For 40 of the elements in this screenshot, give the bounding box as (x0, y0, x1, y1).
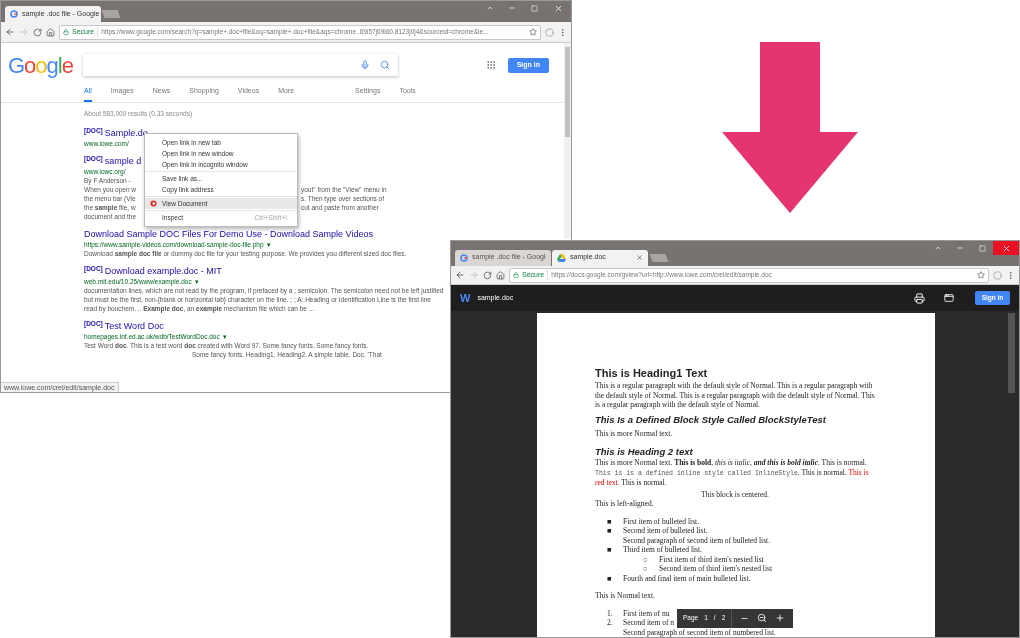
bookmark-star-icon[interactable] (529, 28, 537, 36)
result-title-link[interactable]: Download Sample DOC Files For Demo Use - Download Sample Videos (84, 228, 373, 240)
new-tab-button[interactable] (649, 253, 669, 262)
extension-icon[interactable] (545, 27, 554, 37)
new-tab-button[interactable] (101, 10, 121, 18)
triangle-favicon-icon (557, 253, 566, 262)
home-icon[interactable] (496, 270, 505, 280)
down-arrow-icon (722, 42, 858, 213)
printer-icon[interactable] (914, 292, 925, 304)
reload-icon[interactable] (33, 27, 42, 37)
result-title-link[interactable]: Download example.doc - MIT (104, 265, 222, 277)
document-heading: This is Heading 2 text (595, 446, 694, 458)
lock-icon (63, 29, 69, 35)
bookmark-star-icon[interactable] (977, 271, 985, 280)
google-favicon-icon (460, 253, 468, 262)
document-app-icon (150, 200, 157, 207)
home-icon[interactable] (46, 27, 55, 37)
popout-icon[interactable] (944, 293, 954, 304)
search-icon[interactable] (379, 60, 390, 70)
apps-grid-icon[interactable] (485, 60, 496, 70)
microphone-icon[interactable] (359, 60, 370, 70)
back-icon[interactable] (5, 27, 15, 37)
zoom-icon[interactable] (757, 613, 768, 623)
close-icon[interactable] (993, 241, 1019, 255)
lock-icon (513, 272, 519, 279)
google-favicon-icon (10, 10, 18, 18)
tab-close-icon[interactable] (636, 254, 643, 262)
extension-icon[interactable] (993, 270, 1002, 280)
result-title-link[interactable]: sample d (104, 155, 142, 167)
search-field[interactable] (82, 54, 398, 76)
reload-icon[interactable] (483, 270, 492, 280)
document-heading: This is Heading1 Text (595, 367, 709, 380)
back-icon[interactable] (455, 270, 465, 281)
zoom-plus-icon[interactable] (775, 613, 786, 623)
result-title-link[interactable]: Test Word Doc (104, 320, 164, 332)
document-heading: This Is a Defined Block Style Called BlockStyleTest (595, 413, 827, 426)
app-letter-icon: W (460, 290, 471, 307)
menu-icon[interactable] (558, 27, 567, 37)
result-title-link[interactable]: Sample.do (104, 127, 148, 139)
menu-icon[interactable] (1006, 270, 1015, 280)
